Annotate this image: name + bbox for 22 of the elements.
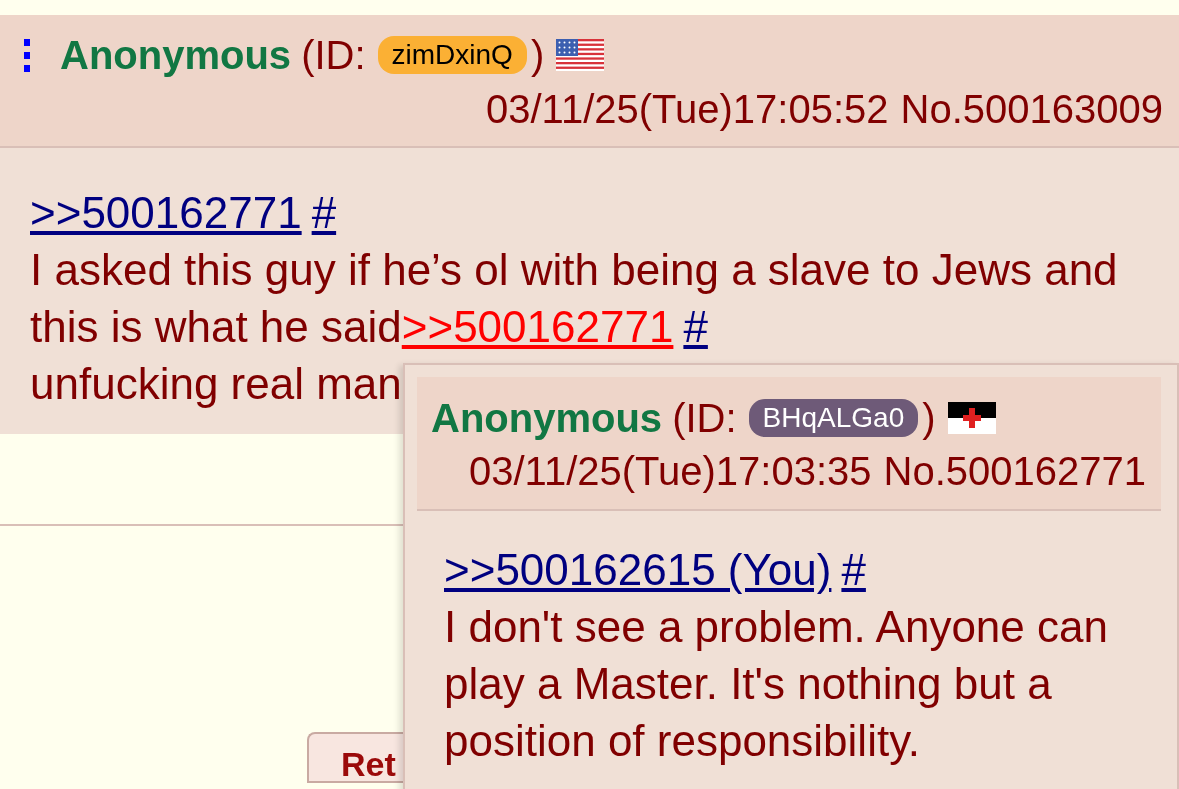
poster-name: Anonymous xyxy=(60,32,292,78)
id-label: (ID: xyxy=(672,395,737,441)
id-label: ) xyxy=(530,32,545,78)
poster-id[interactable]: BHqALGa0 xyxy=(748,399,919,437)
quote-link[interactable]: >>500162771 xyxy=(30,188,302,237)
poster-name: Anonymous xyxy=(431,395,663,441)
poster-id[interactable]: zimDxinQ xyxy=(377,36,527,74)
post-number[interactable]: No.500163009 xyxy=(900,87,1163,132)
post-datetime: 03/11/25(Tue)17:03:35 xyxy=(469,449,872,494)
post-text: unfucking real man xyxy=(30,358,403,410)
id-label: ) xyxy=(922,395,936,441)
post-datetime: 03/11/25(Tue)17:05:52 xyxy=(486,87,889,132)
quote-link[interactable]: >>500162615 (You) xyxy=(444,545,832,594)
return-button[interactable]: Ret xyxy=(307,732,403,783)
post-number[interactable]: No.500162771 xyxy=(883,449,1146,494)
post-text: I asked this guy if he’s ol with being a slave to Jews and this is what he said>>500162771 # xyxy=(30,244,1119,353)
id-label: (ID: xyxy=(301,32,366,78)
hash-link[interactable]: # xyxy=(841,545,866,594)
post-text: I don't see a problem. Anyone can play a Master. It's nothing but a position of responsibility. xyxy=(444,601,1109,767)
hash-link[interactable]: # xyxy=(311,188,337,237)
menu-icon[interactable] xyxy=(24,38,30,72)
hash-link[interactable]: # xyxy=(683,302,708,351)
